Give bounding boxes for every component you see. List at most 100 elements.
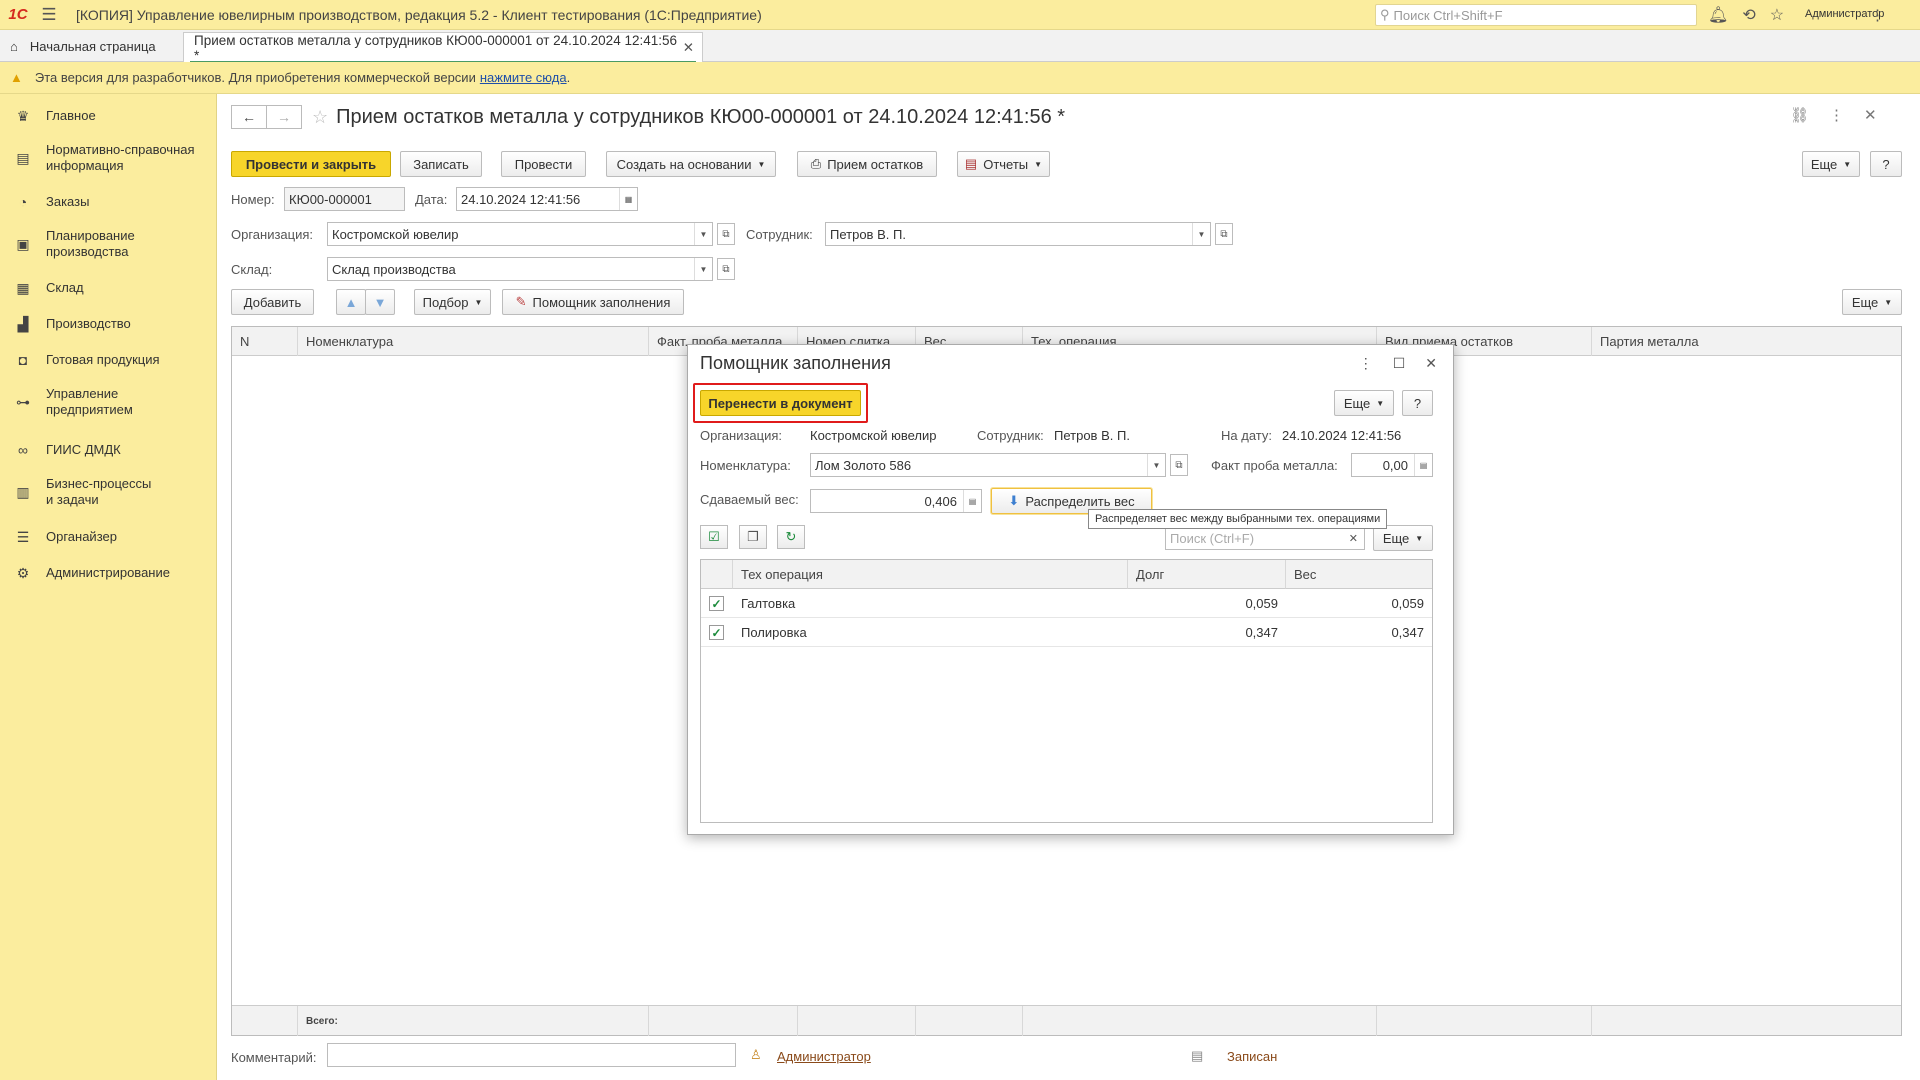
more-vertical-icon[interactable]: ⋮	[1829, 106, 1844, 124]
comment-field[interactable]	[327, 1043, 736, 1067]
warning-text: Эта версия для разработчиков. Для приобр…	[34, 70, 476, 85]
close-icon[interactable]: ✕	[1864, 106, 1877, 124]
sidebar-item-planning[interactable]: ▣ Планирование производства	[0, 226, 217, 262]
clear-icon[interactable]: ✕	[1349, 532, 1358, 545]
list-search-input[interactable]: Поиск (Ctrl+F) ✕	[1165, 526, 1365, 550]
chevron-down-icon[interactable]: ▼	[694, 223, 712, 245]
move-down-button[interactable]: ▼	[365, 289, 395, 315]
chevron-down-icon[interactable]: ▼	[1192, 223, 1210, 245]
post-and-close-button[interactable]: Провести и закрыть	[231, 151, 391, 177]
sidebar-item-organizer[interactable]: ☰ Органайзер	[0, 525, 217, 549]
calculator-icon[interactable]: ▤	[963, 490, 981, 512]
forward-button[interactable]: →	[266, 105, 302, 129]
author-link[interactable]: Администратор	[777, 1049, 871, 1064]
column-header[interactable]: N	[232, 327, 298, 356]
uncheck-all-button[interactable]: ❐	[739, 525, 767, 549]
more-vertical-icon[interactable]: ⋮	[1359, 355, 1373, 372]
chevron-down-icon[interactable]: ▼	[1147, 454, 1165, 476]
global-search-input[interactable]: ⚲ Поиск Ctrl+Shift+F	[1375, 4, 1697, 26]
link-icon[interactable]: ⛓	[1790, 106, 1809, 124]
org-label: Организация:	[231, 227, 314, 242]
warehouse-open-button[interactable]: ⧉	[717, 258, 735, 280]
dialog-employee-label: Сотрудник:	[977, 428, 1044, 443]
tab-home[interactable]: ⌂ Начальная страница	[0, 30, 156, 62]
search-icon: ⚲	[1380, 7, 1390, 22]
calendar-icon[interactable]: ▦	[619, 188, 637, 210]
weight-cell[interactable]: 0,347	[1286, 618, 1424, 647]
row-checkbox[interactable]: ✓	[709, 625, 724, 640]
nomenclature-field[interactable]: Лом Золото 586 ▼	[810, 453, 1166, 477]
date-field[interactable]: 24.10.2024 12:41:56 ▦	[456, 187, 638, 211]
column-header[interactable]: Партия металла	[1592, 327, 1903, 356]
sidebar-item-main[interactable]: ♛ Главное	[0, 104, 217, 128]
close-tab-icon[interactable]: ✕	[683, 40, 694, 56]
org-open-button[interactable]: ⧉	[717, 223, 735, 245]
sidebar-item-management[interactable]: ⊶ Управление предприятием	[0, 384, 217, 420]
fill-helper-dialog: Помощник заполнения ⋮ ☐ ✕ Перенести в до…	[687, 344, 1454, 835]
move-up-button[interactable]: ▲	[336, 289, 366, 315]
transfer-to-document-button[interactable]: Перенести в документ	[700, 390, 861, 416]
sidebar-item-finished-goods[interactable]: ◘ Готовая продукция	[0, 348, 217, 372]
app-title: [КОПИЯ] Управление ювелирным производств…	[76, 6, 762, 23]
row-checkbox[interactable]: ✓	[709, 596, 724, 611]
history-icon[interactable]: ⟲	[1742, 5, 1755, 25]
reports-button[interactable]: ▤ Отчеты ▼	[957, 151, 1050, 177]
create-based-button[interactable]: Создать на основании ▼	[606, 151, 776, 177]
print-button[interactable]: ⎙ Прием остатков	[797, 151, 937, 177]
org-field[interactable]: Костромской ювелир ▼	[327, 222, 713, 246]
add-row-button[interactable]: Добавить	[231, 289, 314, 315]
back-button[interactable]: ←	[231, 105, 267, 129]
help-button[interactable]: ?	[1870, 151, 1902, 177]
chevron-down-icon[interactable]: ▼	[694, 258, 712, 280]
weight-cell[interactable]: 0,059	[1286, 589, 1424, 618]
chevron-down-icon: ▼	[1376, 398, 1385, 408]
employee-open-button[interactable]: ⧉	[1215, 223, 1233, 245]
column-header[interactable]: Долг	[1128, 560, 1286, 589]
sidebar-item-label: Склад	[46, 280, 84, 295]
dialog-date-label: На дату:	[1221, 428, 1272, 443]
table-row[interactable]: ✓ Галтовка 0,059 0,059	[701, 589, 1432, 618]
sidebar-item-orders[interactable]: ◔ Заказы	[0, 190, 217, 214]
menu-icon[interactable]: ☰	[36, 5, 62, 25]
refresh-button[interactable]: ↻	[777, 525, 805, 549]
dialog-more-button[interactable]: Еще ▼	[1334, 390, 1394, 416]
calculator-icon[interactable]: ▤	[1414, 454, 1432, 476]
dialog-help-button[interactable]: ?	[1402, 390, 1433, 416]
distribute-tooltip: Распределяет вес между выбранными тех. о…	[1088, 509, 1388, 529]
sidebar-item-business[interactable]: ▥ Бизнес-процессы и задачи	[0, 474, 217, 510]
warning-link[interactable]: нажмите сюда	[480, 70, 567, 85]
sidebar-item-warehouse[interactable]: ▦ Склад	[0, 276, 217, 300]
employee-field[interactable]: Петров В. П. ▼	[825, 222, 1211, 246]
column-header[interactable]: Тех операция	[733, 560, 1128, 589]
table-row[interactable]: ✓ Полировка 0,347 0,347	[701, 618, 1432, 647]
sidebar-item-production[interactable]: ▟ Производство	[0, 312, 217, 336]
number-field[interactable]: КЮ00-000001	[284, 187, 405, 211]
column-header[interactable]: Номенклатура	[298, 327, 649, 356]
tech-operations-table[interactable]: Тех операция Долг Вес ✓ Галтовка 0,059 0…	[700, 559, 1433, 823]
favorite-star-icon[interactable]: ☆	[312, 107, 328, 128]
sidebar-item-admin[interactable]: ⚙ Администрирование	[0, 561, 217, 585]
close-icon[interactable]: ✕	[1425, 355, 1437, 372]
post-button[interactable]: Провести	[501, 151, 586, 177]
fill-helper-button[interactable]: ✎ Помощник заполнения	[502, 289, 684, 315]
warehouse-field[interactable]: Склад производства ▼	[327, 257, 713, 281]
more-vertical-icon[interactable]: ⋮	[1870, 6, 1885, 24]
page-title: Прием остатков металла у сотрудников КЮ0…	[336, 105, 1066, 128]
favorites-star-icon[interactable]: ☆	[1770, 5, 1784, 25]
sidebar-item-reference[interactable]: ▤ Нормативно-справочная информация	[0, 140, 217, 176]
save-button[interactable]: Записать	[400, 151, 482, 177]
clipboard-icon: ▣	[16, 235, 30, 252]
check-all-button[interactable]: ☑	[700, 525, 728, 549]
weight-field[interactable]: 0,406 ▤	[810, 489, 982, 513]
more-button[interactable]: Еще ▼	[1802, 151, 1860, 177]
bell-icon[interactable]: 🔔︎	[1708, 5, 1728, 25]
table-more-button[interactable]: Еще ▼	[1842, 289, 1902, 315]
nomenclature-open-button[interactable]: ⧉	[1170, 454, 1188, 476]
column-header[interactable]: Вес	[1286, 560, 1432, 589]
maximize-icon[interactable]: ☐	[1393, 355, 1406, 372]
probe-field[interactable]: 0,00 ▤	[1351, 453, 1433, 477]
sidebar-item-giis[interactable]: ∞ ГИИС ДМДК	[0, 438, 217, 462]
pick-button[interactable]: Подбор ▼	[414, 289, 491, 315]
tab-document[interactable]: Прием остатков металла у сотрудников КЮ0…	[183, 32, 703, 63]
tab-document-label: Прием остатков металла у сотрудников КЮ0…	[194, 32, 678, 63]
